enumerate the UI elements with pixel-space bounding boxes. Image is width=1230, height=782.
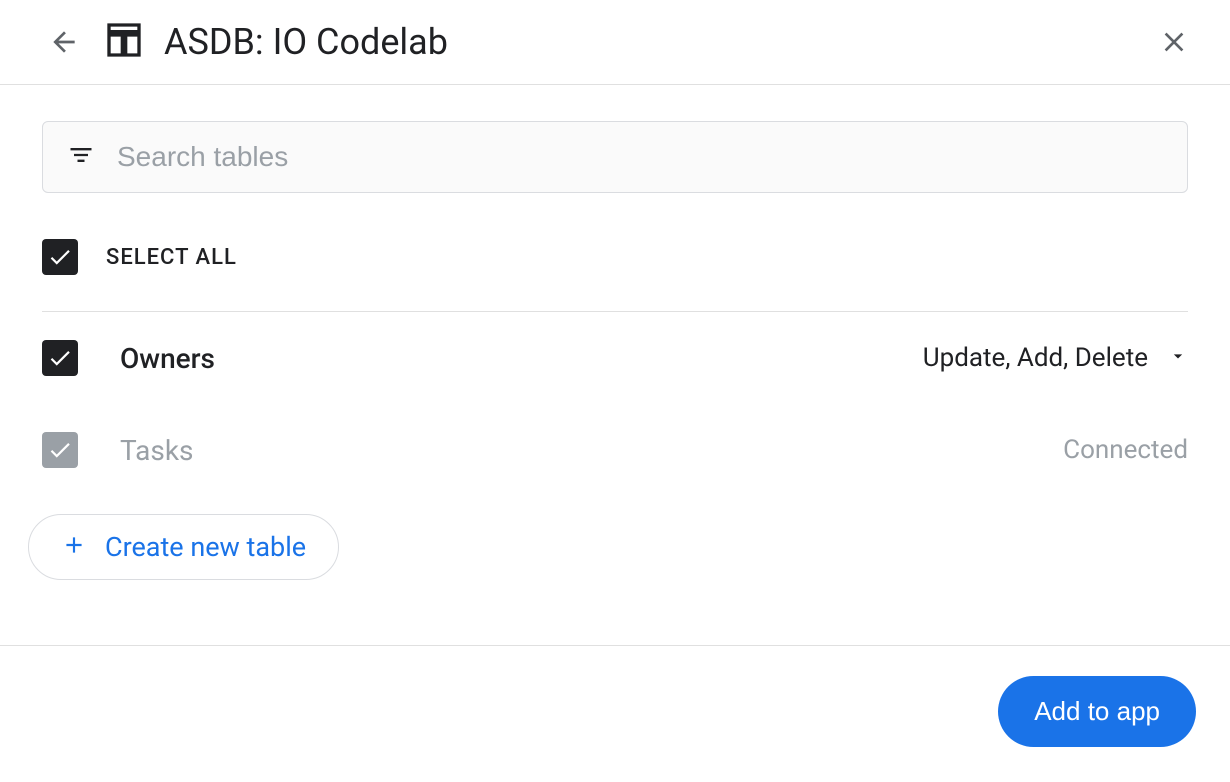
table-checkbox-tasks [42,432,78,468]
close-button[interactable] [1158,26,1190,58]
database-icon [104,20,144,64]
table-name: Owners [120,342,923,375]
select-all-row: SELECT ALL [42,193,1188,312]
check-icon [47,345,73,371]
header: ASDB: IO Codelab [0,0,1230,85]
table-row: Tasks Connected [42,404,1188,496]
check-icon [47,437,73,463]
table-checkbox-owners[interactable] [42,340,78,376]
arrow-left-icon [48,26,80,58]
search-box[interactable] [42,121,1188,193]
close-icon [1158,26,1190,58]
filter-icon [67,141,95,173]
create-table-label: Create new table [105,531,306,563]
table-row: Owners Update, Add, Delete [42,312,1188,404]
select-all-label: SELECT ALL [106,245,237,270]
plus-icon [61,532,87,562]
add-to-app-button[interactable]: Add to app [998,676,1196,747]
page-title: ASDB: IO Codelab [164,21,1158,63]
table-status: Connected [1063,435,1188,465]
table-permissions-dropdown[interactable]: Update, Add, Delete [923,343,1188,373]
table-name: Tasks [120,434,1063,467]
footer: Add to app [0,645,1230,747]
table-status-label: Update, Add, Delete [923,343,1148,373]
check-icon [47,244,73,270]
table-status-label: Connected [1063,435,1188,465]
search-input[interactable] [117,141,1163,173]
create-table-button[interactable]: Create new table [28,514,339,580]
back-button[interactable] [48,26,80,58]
chevron-down-icon [1168,343,1188,373]
content-area: SELECT ALL Owners Update, Add, Delete Ta… [0,85,1230,580]
select-all-checkbox[interactable] [42,239,78,275]
